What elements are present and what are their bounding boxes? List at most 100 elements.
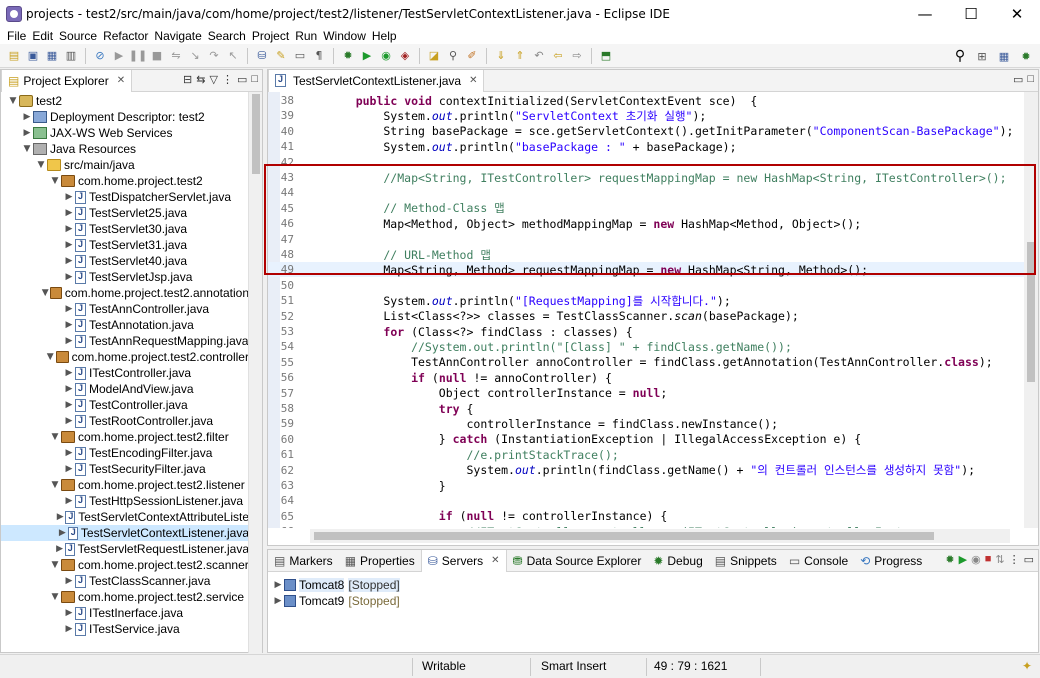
- expand-arrow-icon[interactable]: ▶: [21, 128, 33, 138]
- expand-arrow-icon[interactable]: ▶: [272, 596, 284, 606]
- disconnect-icon[interactable]: ⇋: [168, 48, 184, 64]
- code-line[interactable]: 50: [268, 278, 1024, 293]
- maximize-view-icon[interactable]: □: [251, 73, 258, 86]
- tree-item[interactable]: ▶ TestEncodingFilter.java: [1, 445, 249, 461]
- java-ee-perspective-icon[interactable]: ▦: [996, 48, 1012, 64]
- external-tools-icon[interactable]: ◈: [397, 48, 413, 64]
- editor-vertical-scrollbar[interactable]: [1024, 92, 1038, 528]
- tree-item[interactable]: ▶ TestServletRequestListener.java: [1, 541, 249, 557]
- tree-item[interactable]: ▶ TestServletJsp.java: [1, 269, 249, 285]
- tree-item[interactable]: ▶ ITestService.java: [1, 621, 249, 637]
- expand-arrow-icon[interactable]: ▶: [272, 580, 284, 590]
- back-icon[interactable]: ⇦: [550, 48, 566, 64]
- tree-item[interactable]: ▶ ModelAndView.java: [1, 381, 249, 397]
- tree-item[interactable]: ▼ test2: [1, 93, 249, 109]
- tree-item[interactable]: ▶ TestServlet31.java: [1, 237, 249, 253]
- code-line[interactable]: 59 controllerInstance = findClass.newIns…: [268, 416, 1024, 431]
- expand-arrow-icon[interactable]: ▶: [63, 464, 75, 474]
- tree-item[interactable]: ▶ JAX-WS Web Services: [1, 125, 249, 141]
- editor-hscroll-thumb[interactable]: [314, 532, 934, 540]
- expand-arrow-icon[interactable]: ▶: [63, 368, 75, 378]
- tab-debug[interactable]: ✹ Debug: [647, 550, 708, 572]
- open-perspective-icon[interactable]: ⊞: [974, 48, 990, 64]
- tab-servers[interactable]: ⛁ Servers ✕: [420, 549, 507, 572]
- minimize-view-icon[interactable]: ▭: [237, 73, 247, 86]
- expand-arrow-icon[interactable]: ▶: [63, 608, 75, 618]
- server-row-tomcat9[interactable]: ▶ Tomcat9 [Stopped]: [272, 593, 400, 609]
- resume-icon[interactable]: ▶: [111, 48, 127, 64]
- tree-item[interactable]: ▶ TestServletContextListener.java: [1, 525, 249, 541]
- collapse-arrow-icon[interactable]: ▼: [49, 432, 61, 442]
- tree-item[interactable]: ▶ TestServlet30.java: [1, 221, 249, 237]
- tree-item[interactable]: ▶ Deployment Descriptor: test2: [1, 109, 249, 125]
- code-line[interactable]: 55 TestAnnController annoController = fi…: [268, 355, 1024, 370]
- expand-arrow-icon[interactable]: ▶: [63, 192, 75, 202]
- tree-item[interactable]: ▶ ITestController.java: [1, 365, 249, 381]
- minimize-button[interactable]: —: [902, 0, 948, 28]
- tree-item[interactable]: ▼ com.home.project.test2: [1, 173, 249, 189]
- tab-editor-file[interactable]: TestServletContextListener.java ✕: [268, 69, 485, 92]
- debug-perspective-icon[interactable]: ✹: [1018, 48, 1034, 64]
- tree-item[interactable]: ▶ TestAnnRequestMapping.java: [1, 333, 249, 349]
- expand-arrow-icon[interactable]: ▶: [63, 384, 75, 394]
- close-icon[interactable]: ✕: [469, 75, 477, 86]
- tree-item[interactable]: ▼ com.home.project.test2.listener: [1, 477, 249, 493]
- collapse-arrow-icon[interactable]: ▼: [49, 176, 61, 186]
- tree-item[interactable]: ▶ TestHttpSessionListener.java: [1, 493, 249, 509]
- expand-arrow-icon[interactable]: ▶: [63, 240, 75, 250]
- open-type-icon[interactable]: ◪: [426, 48, 442, 64]
- code-line[interactable]: 43 //Map<String, ITestController> reques…: [268, 170, 1024, 185]
- filter-icon[interactable]: ▽: [209, 73, 217, 86]
- collapse-arrow-icon[interactable]: ▼: [45, 352, 56, 362]
- code-line[interactable]: 52 List<Class<?>> classes = TestClassSca…: [268, 309, 1024, 324]
- expand-arrow-icon[interactable]: ▶: [63, 496, 75, 506]
- step-into-icon[interactable]: ↘: [187, 48, 203, 64]
- expand-arrow-icon[interactable]: ▶: [63, 272, 75, 282]
- expand-arrow-icon[interactable]: ▶: [54, 544, 64, 554]
- search-icon[interactable]: ⚲: [952, 48, 968, 64]
- tree-item[interactable]: ▼ Java Resources: [1, 141, 249, 157]
- code-line[interactable]: 40 String basePackage = sce.getServletCo…: [268, 124, 1024, 139]
- tree-item[interactable]: ▶ TestDispatcherServlet.java: [1, 189, 249, 205]
- menu-search[interactable]: Search: [205, 29, 249, 43]
- last-edit-icon[interactable]: ↶: [531, 48, 547, 64]
- pilcrow-icon[interactable]: ¶: [311, 48, 327, 64]
- tab-markers[interactable]: ▤ Markers: [268, 550, 339, 572]
- forward-icon[interactable]: ⇨: [569, 48, 585, 64]
- menu-file[interactable]: File: [4, 29, 29, 43]
- tree-item[interactable]: ▶ TestAnnotation.java: [1, 317, 249, 333]
- tab-properties[interactable]: ▦ Properties: [339, 550, 421, 572]
- tab-data-source-explorer[interactable]: ⛃ Data Source Explorer: [507, 550, 648, 572]
- stop-server-icon[interactable]: ■: [985, 553, 992, 566]
- menu-window[interactable]: Window: [320, 29, 369, 43]
- code-line[interactable]: 54 //System.out.println("[Class] " + fin…: [268, 339, 1024, 354]
- code-line[interactable]: 51 System.out.println("[RequestMapping]를…: [268, 293, 1024, 308]
- editor-horizontal-scrollbar[interactable]: [310, 529, 1010, 543]
- save-all-icon[interactable]: ▦: [44, 48, 60, 64]
- expand-arrow-icon[interactable]: ▶: [63, 320, 75, 330]
- menu-edit[interactable]: Edit: [29, 29, 56, 43]
- link-editor-icon[interactable]: ⇆: [196, 73, 205, 86]
- view-menu-icon[interactable]: ⋮: [222, 73, 233, 86]
- expand-arrow-icon[interactable]: ▶: [63, 208, 75, 218]
- expand-arrow-icon[interactable]: ▶: [63, 256, 75, 266]
- code-line[interactable]: 47: [268, 232, 1024, 247]
- maximize-button[interactable]: ☐: [948, 0, 994, 28]
- code-line[interactable]: 49 Map<String, Method> requestMappingMap…: [268, 262, 1024, 278]
- close-icon[interactable]: ✕: [491, 555, 499, 566]
- collapse-arrow-icon[interactable]: ▼: [49, 480, 61, 490]
- search-toolbar-icon[interactable]: ⚲: [445, 48, 461, 64]
- code-line[interactable]: 66 //ITestController controller = (ITest…: [268, 524, 1024, 528]
- next-annotation-icon[interactable]: ⇓: [493, 48, 509, 64]
- collapse-arrow-icon[interactable]: ▼: [21, 144, 33, 154]
- print-icon[interactable]: ▥: [63, 48, 79, 64]
- code-line[interactable]: 39 System.out.println("ServletContext 초기…: [268, 108, 1024, 123]
- code-line[interactable]: 44: [268, 185, 1024, 200]
- run-icon[interactable]: ▶: [359, 48, 375, 64]
- server-row-tomcat8[interactable]: ▶ Tomcat8 [Stopped]: [272, 577, 400, 593]
- collapse-arrow-icon[interactable]: ▼: [49, 592, 61, 602]
- skip-breakpoints-icon[interactable]: ⊘: [92, 48, 108, 64]
- expand-arrow-icon[interactable]: ▶: [21, 112, 33, 122]
- terminate-icon[interactable]: ■: [149, 48, 165, 64]
- menu-help[interactable]: Help: [369, 29, 400, 43]
